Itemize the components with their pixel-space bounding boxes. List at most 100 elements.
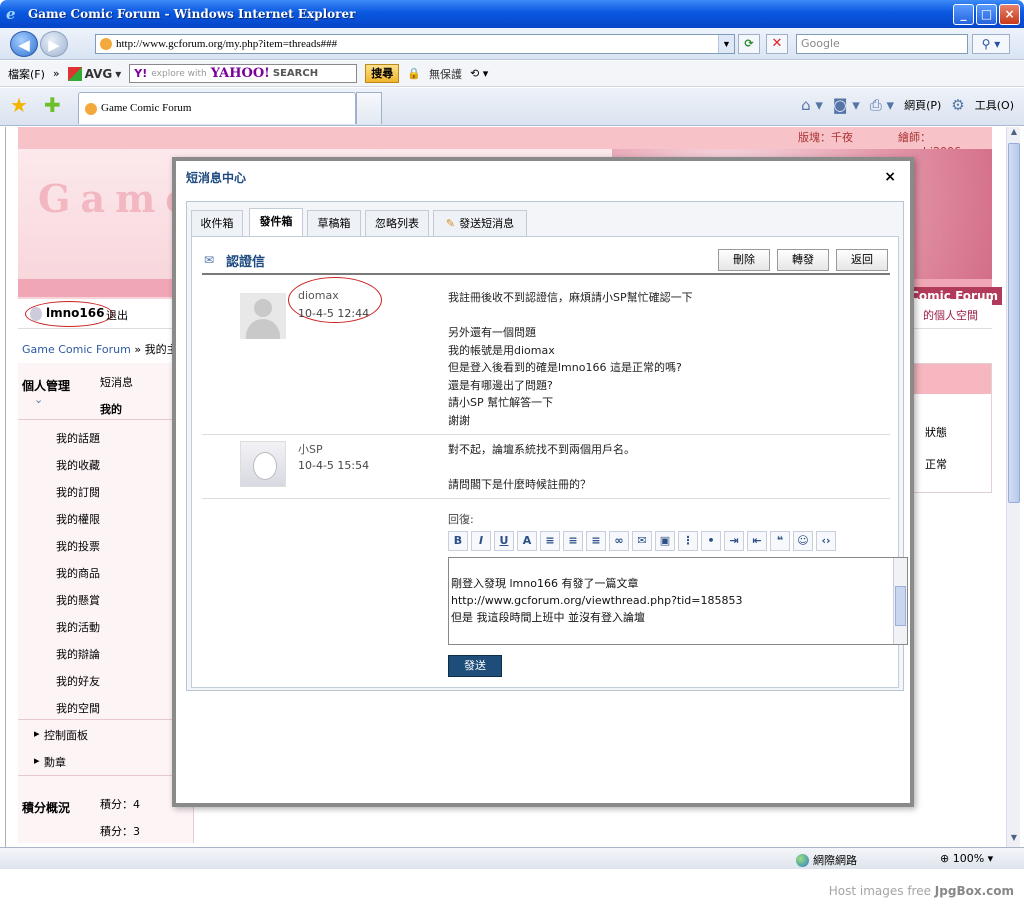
forward-button[interactable]: 轉發 (777, 249, 829, 271)
sidebar-item-messages[interactable]: 短消息 (100, 374, 133, 390)
message-body: 我註冊後收不到認證信，麻煩請小SP幫忙確認一下 另外還有一個問題 我的帳號是用d… (448, 291, 693, 427)
chevron-right-icon[interactable]: » (53, 67, 60, 80)
back-button[interactable]: ◀ (10, 31, 38, 57)
search-go-button[interactable]: ⚲ ▾ (972, 34, 1010, 54)
scroll-down-icon[interactable]: ▼ (1007, 833, 1021, 847)
underline-icon[interactable]: U (494, 531, 514, 551)
chevron-down-icon[interactable]: ⌄ (34, 393, 43, 406)
sidebar-item-rewards[interactable]: 我的懸賞 (56, 592, 100, 608)
outdent-icon[interactable]: ⇤ (747, 531, 767, 551)
email-icon[interactable]: ✉ (632, 531, 652, 551)
command-bar: ⌂ ▾ ◙ ▾ ⎙ ▾ 網頁(P) ⚙ 工具(O) (801, 96, 1014, 114)
sidebar-item-topics[interactable]: 我的話題 (56, 430, 100, 446)
align-center-icon[interactable]: ≡ (563, 531, 583, 551)
url-input[interactable]: http://www.gcforum.org/my.php?item=threa… (95, 34, 735, 54)
home-icon[interactable]: ⌂ ▾ (801, 96, 823, 114)
sidebar-divider (18, 419, 194, 420)
font-color-icon[interactable]: A (517, 531, 537, 551)
send-button[interactable]: 發送 (448, 655, 502, 677)
no-protection-label[interactable]: 無保護 (429, 66, 462, 82)
image-icon[interactable]: ▣ (655, 531, 675, 551)
message-item: 小SP 10-4-5 15:54 對不起，論壇系統找不到兩個用戶名。 請問閣下是… (202, 437, 890, 499)
search-input[interactable]: Google (796, 34, 968, 54)
reply-textarea[interactable]: 剛登入發現 lmno166 有發了一篇文章 http://www.gcforum… (448, 557, 908, 645)
forward-button[interactable]: ▶ (40, 31, 68, 57)
reply-label: 回復: (448, 513, 474, 526)
zoom-control[interactable]: ⊕ 100% ▾ (940, 852, 993, 865)
tab-send-message[interactable]: ✎ 發送短消息 (433, 210, 527, 238)
italic-icon[interactable]: I (471, 531, 491, 551)
scroll-up-icon[interactable]: ▲ (1007, 127, 1021, 141)
minimize-button[interactable]: _ (953, 4, 974, 25)
avatar (240, 441, 286, 487)
gear-icon: ⚙ (951, 96, 965, 114)
rss-feed-icon[interactable]: ◙ ▾ (833, 96, 860, 114)
print-icon[interactable]: ⎙ ▾ (870, 96, 894, 114)
textarea-scroll-thumb[interactable] (895, 586, 906, 626)
avg-toolbar-button[interactable]: AVG ▾ (67, 66, 121, 81)
sidebar-item-subscriptions[interactable]: 我的訂閱 (56, 484, 100, 500)
toolbar-options-icon[interactable]: ⟲ ▾ (470, 67, 488, 80)
sidebar-item-polls[interactable]: 我的投票 (56, 538, 100, 554)
ordered-list-icon[interactable]: ⋮ (678, 531, 698, 551)
align-left-icon[interactable]: ≡ (540, 531, 560, 551)
sidebar-item-control-panel[interactable]: 控制面板 (44, 727, 88, 743)
stop-button[interactable]: ✕ (766, 34, 788, 54)
message-sender[interactable]: 小SP (298, 441, 323, 457)
yahoo-search-button[interactable]: 搜尋 (365, 64, 400, 83)
tab-outbox[interactable]: 發件箱 (249, 208, 303, 238)
link-icon[interactable]: ∞ (609, 531, 629, 551)
message-center-dialog: 短消息中心 × 收件箱 發件箱 草稿箱 忽略列表 ✎ 發送短消息 ✉ 認證信 刪除… (172, 157, 914, 807)
favorites-star-icon[interactable]: ★ (10, 95, 28, 115)
sidebar-item-debates[interactable]: 我的辯論 (56, 646, 100, 662)
tab-drafts[interactable]: 草稿箱 (307, 210, 361, 238)
tab-inbox[interactable]: 收件箱 (191, 210, 243, 238)
logout-link[interactable]: 退出 (106, 307, 128, 323)
scrollbar-thumb[interactable] (1008, 143, 1020, 503)
unordered-list-icon[interactable]: • (701, 531, 721, 551)
close-window-button[interactable]: × (999, 4, 1020, 25)
sidebar-item-favorites[interactable]: 我的收藏 (56, 457, 100, 473)
chevron-right-icon[interactable]: ▸ (34, 727, 40, 740)
sidebar-item-medals[interactable]: 勳章 (44, 754, 66, 770)
chevron-right-icon[interactable]: ▸ (34, 754, 40, 767)
sidebar-item-permissions[interactable]: 我的權限 (56, 511, 100, 527)
status-column-header: 狀態 (925, 426, 947, 439)
quote-icon[interactable]: ❝ (770, 531, 790, 551)
refresh-button[interactable]: ⟳ (738, 34, 760, 54)
page-menu-button[interactable]: 網頁(P) (904, 97, 941, 113)
maximize-button[interactable]: □ (976, 4, 997, 25)
align-right-icon[interactable]: ≡ (586, 531, 606, 551)
sidebar-item-mine[interactable]: 我的 (100, 401, 122, 417)
close-dialog-button[interactable]: × (884, 169, 896, 185)
banner-moderator: 版塊：千夜 (798, 131, 853, 144)
sidebar-item-space[interactable]: 我的空間 (56, 700, 100, 716)
yahoo-search-input[interactable]: Y! explore with YAHOO! SEARCH (129, 64, 358, 83)
tab-ignore-list[interactable]: 忽略列表 (365, 210, 429, 238)
code-icon[interactable]: ‹› (816, 531, 836, 551)
textarea-scrollbar[interactable] (893, 558, 907, 644)
emoticon-icon[interactable]: ☺ (793, 531, 813, 551)
sidebar-item-friends[interactable]: 我的好友 (56, 673, 100, 689)
username-link[interactable]: lmno166 (46, 306, 104, 320)
tab-bar: ★ ✚ Game Comic Forum ⌂ ▾ ◙ ▾ ⎙ ▾ 網頁(P) ⚙… (0, 88, 1024, 126)
sidebar-item-activities[interactable]: 我的活動 (56, 619, 100, 635)
breadcrumb-home[interactable]: Game Comic Forum (22, 343, 131, 356)
dialog-body: 收件箱 發件箱 草稿箱 忽略列表 ✎ 發送短消息 ✉ 認證信 刪除 轉發 返回 d… (186, 201, 908, 691)
indent-icon[interactable]: ⇥ (724, 531, 744, 551)
bold-icon[interactable]: B (448, 531, 468, 551)
my-space-link[interactable]: 的個人空間 (923, 307, 978, 323)
status-value: 正常 (925, 458, 947, 471)
new-tab-button[interactable] (356, 92, 382, 124)
delete-button[interactable]: 刪除 (718, 249, 770, 271)
tab-game-comic-forum[interactable]: Game Comic Forum (78, 92, 356, 124)
back-button[interactable]: 返回 (836, 249, 888, 271)
add-favorites-icon[interactable]: ✚ (44, 95, 61, 115)
url-dropdown-icon[interactable]: ▼ (718, 35, 734, 53)
avatar (240, 293, 286, 339)
tools-menu-button[interactable]: 工具(O) (975, 97, 1014, 113)
menu-file[interactable]: 檔案(F) (8, 66, 45, 82)
page-scrollbar[interactable]: ▲ ▼ (1006, 127, 1020, 847)
sidebar-item-goods[interactable]: 我的商品 (56, 565, 100, 581)
message-sender[interactable]: diomax (298, 289, 339, 302)
